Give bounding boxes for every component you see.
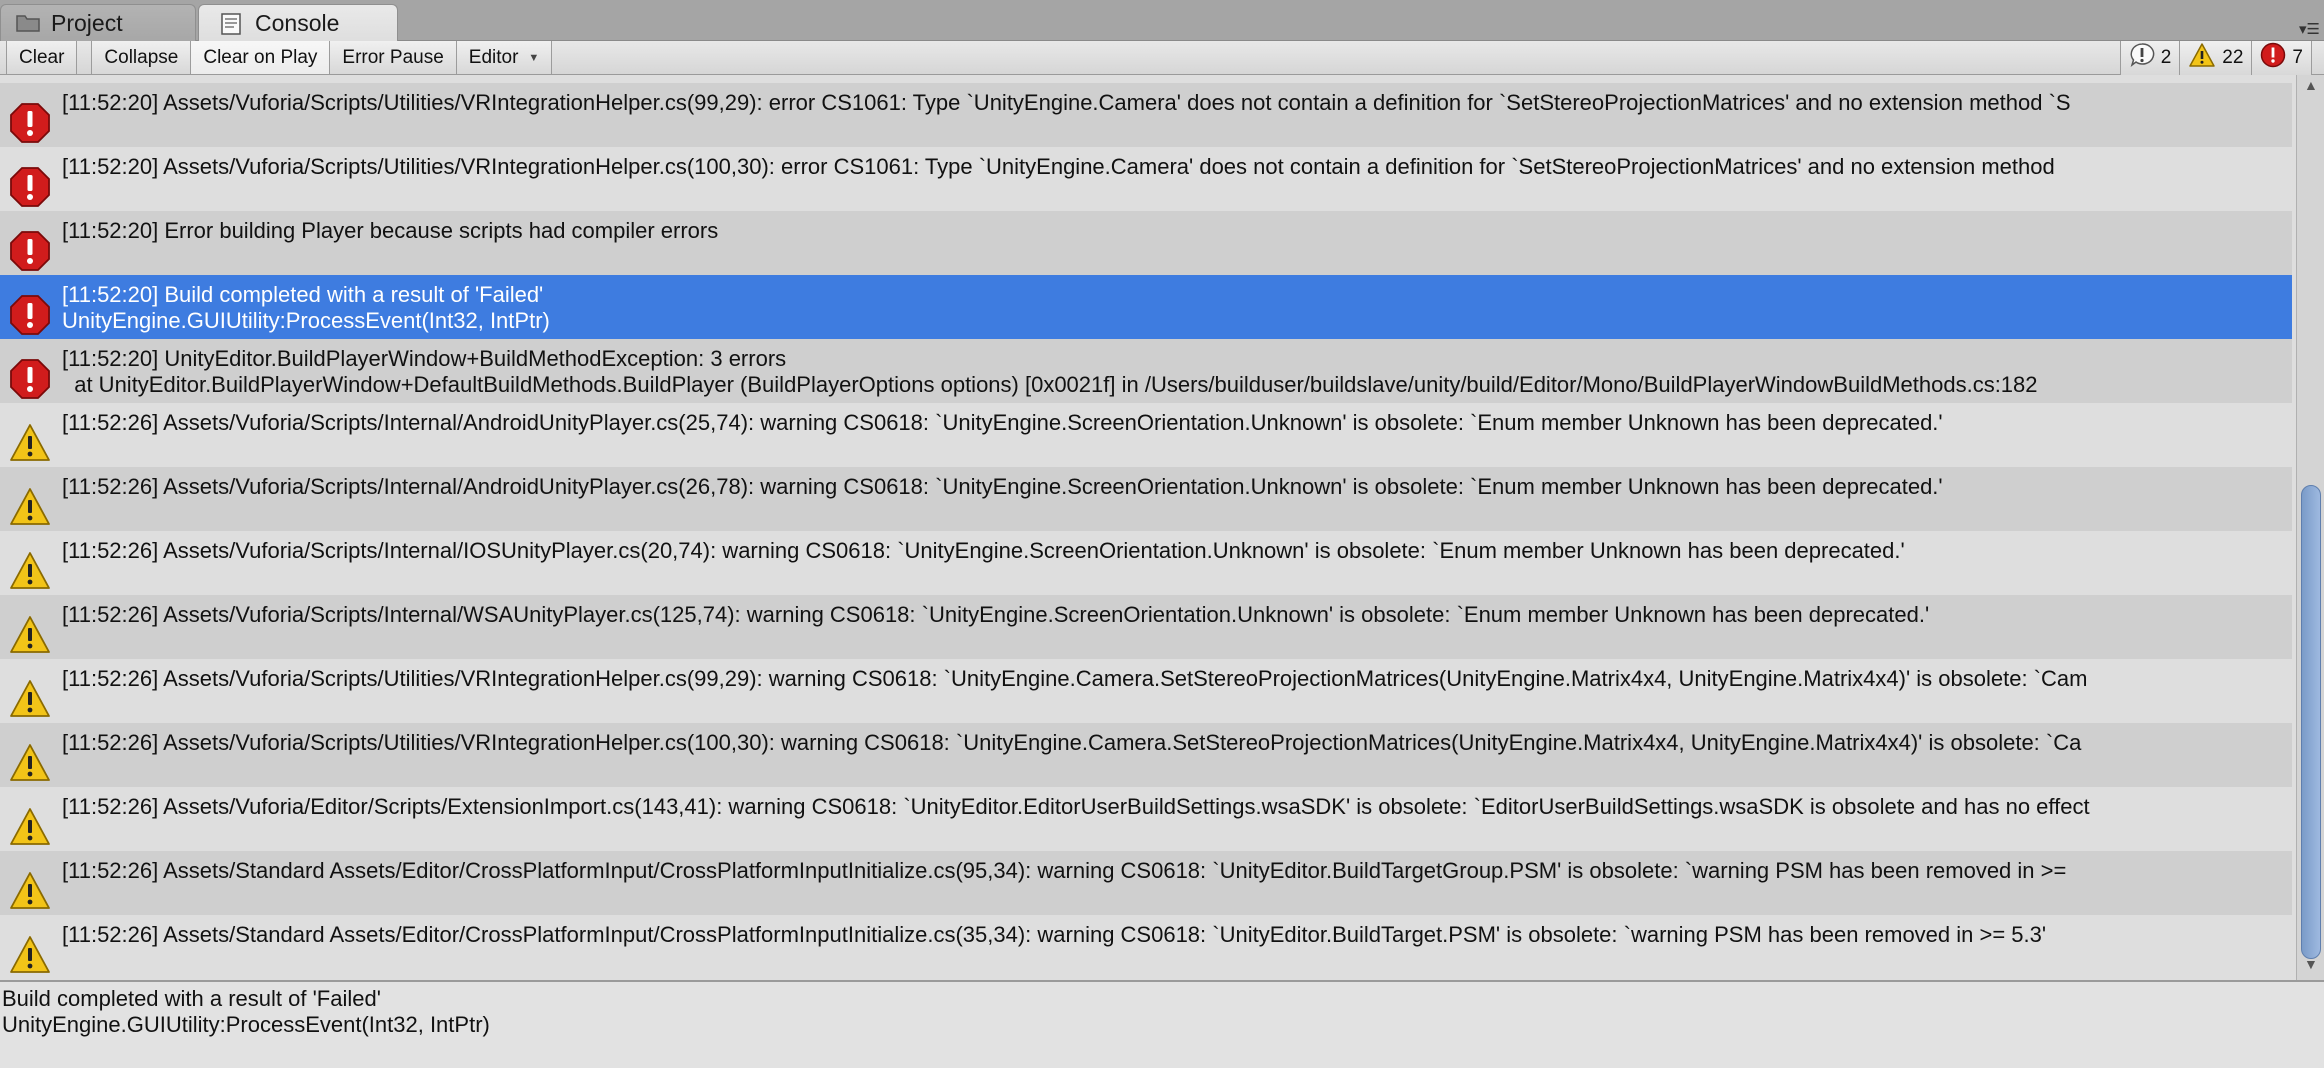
log-row-warning[interactable]: [11:52:26] Assets/Vuforia/Editor/Scripts… xyxy=(0,787,2292,851)
log-scrollbar[interactable]: ▲ ▼ xyxy=(2296,75,2324,980)
log-list[interactable]: [11:52:20] Assets/Vuforia/Scripts/Utilit… xyxy=(0,75,2296,980)
log-message: [11:52:20] Build completed with a result… xyxy=(62,282,550,334)
log-row-warning[interactable]: [11:52:26] Assets/Vuforia/Scripts/Intern… xyxy=(0,403,2292,467)
log-message-line: [11:52:26] Assets/Vuforia/Scripts/Intern… xyxy=(62,474,1943,499)
log-row-error[interactable]: [11:52:20] Assets/Vuforia/Scripts/Utilit… xyxy=(0,147,2292,211)
log-message: [11:52:20] Error building Player because… xyxy=(62,218,718,244)
log-row-warning[interactable]: [11:52:26] Assets/Vuforia/Scripts/Utilit… xyxy=(0,723,2292,787)
editor-dropdown[interactable]: Editor ▼ xyxy=(456,41,553,74)
log-message-line: [11:52:26] Assets/Vuforia/Scripts/Utilit… xyxy=(62,730,2082,755)
log-message-line: [11:52:20] Assets/Vuforia/Scripts/Utilit… xyxy=(62,154,2055,179)
log-message-line: [11:52:26] Assets/Vuforia/Scripts/Intern… xyxy=(62,538,1905,563)
warning-icon xyxy=(8,677,52,721)
error-icon xyxy=(8,293,52,337)
warning-icon xyxy=(8,933,52,977)
warning-icon xyxy=(8,485,52,529)
clear-on-play-button[interactable]: Clear on Play xyxy=(191,41,331,74)
log-message-line: [11:52:26] Assets/Vuforia/Scripts/Utilit… xyxy=(62,666,2088,691)
tab-strip: Project Console ▾☰ xyxy=(0,0,2324,42)
log-row-warning[interactable]: [11:52:26] Assets/Vuforia/Scripts/Utilit… xyxy=(0,659,2292,723)
log-message-line: [11:52:20] Error building Player because… xyxy=(62,218,719,243)
log-message: [11:52:26] Assets/Standard Assets/Editor… xyxy=(62,922,2046,948)
scroll-up-icon[interactable]: ▲ xyxy=(2304,77,2318,93)
log-message: [11:52:20] Assets/Vuforia/Scripts/Utilit… xyxy=(62,90,2071,116)
log-stacktrace-line: at UnityEditor.BuildPlayerWindow+Default… xyxy=(62,372,2038,397)
info-icon xyxy=(2129,42,2155,74)
log-message: [11:52:20] UnityEditor.BuildPlayerWindow… xyxy=(62,346,2038,398)
caret-down-icon: ▼ xyxy=(528,51,540,64)
log-message: [11:52:20] Assets/Vuforia/Scripts/Utilit… xyxy=(62,154,2055,180)
error-toggle[interactable]: 7 xyxy=(2251,41,2312,75)
tab-project[interactable]: Project xyxy=(0,4,196,41)
log-message: [11:52:26] Assets/Vuforia/Scripts/Intern… xyxy=(62,602,1929,628)
log-row-warning[interactable]: [11:52:26] Assets/Vuforia/Scripts/Intern… xyxy=(0,467,2292,531)
warning-count: 22 xyxy=(2222,47,2244,68)
console-icon xyxy=(219,12,247,36)
folder-icon xyxy=(15,11,43,35)
info-toggle[interactable]: 2 xyxy=(2119,41,2180,75)
error-count: 7 xyxy=(2292,47,2303,68)
error-icon xyxy=(8,101,52,145)
error-icon xyxy=(8,357,52,401)
error-pause-button[interactable]: Error Pause xyxy=(330,41,457,74)
info-count: 2 xyxy=(2160,47,2172,68)
tab-console[interactable]: Console xyxy=(198,4,398,42)
log-message-line: [11:52:20] Build completed with a result… xyxy=(62,282,544,307)
log-message-line: [11:52:20] Assets/Vuforia/Scripts/Utilit… xyxy=(62,90,2071,115)
warning-icon xyxy=(8,549,52,593)
tab-project-label: Project xyxy=(51,9,123,36)
log-stacktrace-line: UnityEngine.GUIUtility:ProcessEvent(Int3… xyxy=(62,308,550,333)
log-row-warning[interactable]: [11:52:26] Assets/Standard Assets/Editor… xyxy=(0,915,2292,979)
detail-message: Build completed with a result of 'Failed… xyxy=(2,986,381,1011)
log-message: [11:52:26] Assets/Vuforia/Scripts/Intern… xyxy=(62,474,1943,500)
scrollbar-thumb[interactable] xyxy=(2301,485,2321,959)
log-row-warning[interactable]: [11:52:26] Assets/Vuforia/Scripts/Intern… xyxy=(0,531,2292,595)
log-detail-pane: Build completed with a result of 'Failed… xyxy=(0,982,2324,1068)
warning-icon xyxy=(8,869,52,913)
warning-toggle[interactable]: 22 xyxy=(2179,41,2252,75)
log-message: [11:52:26] Assets/Vuforia/Scripts/Intern… xyxy=(62,538,1905,564)
log-row-error[interactable]: [11:52:20] Assets/Vuforia/Scripts/Utilit… xyxy=(0,83,2292,147)
log-message-line: [11:52:26] Assets/Vuforia/Editor/Scripts… xyxy=(62,794,2090,819)
log-message-line: [11:52:26] Assets/Standard Assets/Editor… xyxy=(62,922,2047,947)
warning-icon xyxy=(8,613,52,657)
detail-stacktrace: UnityEngine.GUIUtility:ProcessEvent(Int3… xyxy=(2,1012,490,1037)
log-message: [11:52:26] Assets/Vuforia/Scripts/Utilit… xyxy=(62,666,2087,692)
warning-icon xyxy=(8,805,52,849)
log-message: [11:52:26] Assets/Standard Assets/Editor… xyxy=(62,858,2066,884)
log-row-warning[interactable]: [11:52:26] Assets/Vuforia/Scripts/Intern… xyxy=(0,595,2292,659)
log-row-error[interactable]: [11:52:20] UnityEditor.BuildPlayerWindow… xyxy=(0,339,2292,403)
clear-button[interactable]: Clear xyxy=(6,41,78,74)
log-message-line: [11:52:26] Assets/Standard Assets/Editor… xyxy=(62,858,2067,883)
log-message-line: [11:52:20] UnityEditor.BuildPlayerWindow… xyxy=(62,346,787,371)
editor-dropdown-label: Editor xyxy=(468,46,519,68)
log-row-error[interactable]: [11:52:20] Build completed with a result… xyxy=(0,275,2292,339)
warning-icon xyxy=(8,421,52,465)
warning-icon xyxy=(2188,42,2216,74)
tab-menu-icon[interactable]: ▾☰ xyxy=(2299,20,2320,38)
tab-console-label: Console xyxy=(255,10,340,36)
error-icon xyxy=(8,229,52,273)
log-row-error[interactable]: [11:52:20] Error building Player because… xyxy=(0,211,2292,275)
error-icon xyxy=(2260,42,2286,74)
collapse-button[interactable]: Collapse xyxy=(91,41,192,74)
log-row-warning[interactable]: [11:52:26] Assets/Standard Assets/Editor… xyxy=(0,851,2292,915)
log-message-line: [11:52:26] Assets/Vuforia/Scripts/Intern… xyxy=(62,410,1943,435)
log-message: [11:52:26] Assets/Vuforia/Scripts/Utilit… xyxy=(62,730,2081,756)
log-message: [11:52:26] Assets/Vuforia/Editor/Scripts… xyxy=(62,794,2090,820)
log-message: [11:52:26] Assets/Vuforia/Scripts/Intern… xyxy=(62,410,1943,436)
scroll-down-icon[interactable]: ▼ xyxy=(2304,956,2318,972)
log-message-line: [11:52:26] Assets/Vuforia/Scripts/Intern… xyxy=(62,602,1930,627)
warning-icon xyxy=(8,741,52,785)
partial-row xyxy=(0,75,2292,83)
error-icon xyxy=(8,165,52,209)
log-counters: 2 22 7 xyxy=(2119,41,2312,75)
console-toolbar: Clear Collapse Clear on Play Error Pause… xyxy=(0,41,2324,75)
